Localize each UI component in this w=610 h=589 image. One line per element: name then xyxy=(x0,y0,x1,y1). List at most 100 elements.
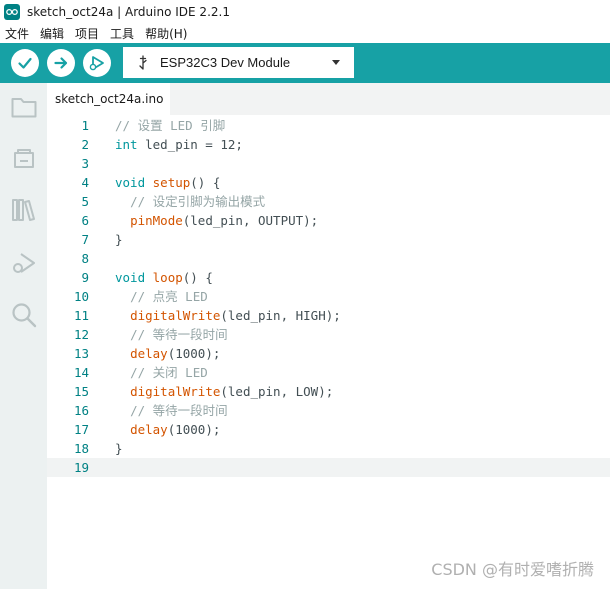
line-number: 13 xyxy=(73,346,89,361)
tab-sketch-file[interactable]: sketch_oct24a.ino xyxy=(47,83,170,115)
search-icon[interactable] xyxy=(10,301,38,329)
line-number: 6 xyxy=(81,213,89,228)
line-number: 3 xyxy=(81,156,89,171)
watermark: CSDN @有时爱嗜折腾 xyxy=(431,560,594,579)
code-line[interactable]: 7} xyxy=(47,230,610,249)
code-token-func: setup xyxy=(152,175,191,190)
code-line[interactable]: 11 digitalWrite(led_pin, HIGH); xyxy=(47,306,610,325)
line-number: 19 xyxy=(73,460,89,475)
code-line[interactable]: 13 delay(1000); xyxy=(47,344,610,363)
upload-button[interactable] xyxy=(47,49,75,77)
code-line[interactable]: 6 pinMode(led_pin, OUTPUT); xyxy=(47,211,610,230)
code-text: } xyxy=(115,230,123,249)
code-text: digitalWrite(led_pin, LOW); xyxy=(115,382,333,401)
chevron-down-icon xyxy=(332,60,340,65)
code-token-plain: } xyxy=(115,441,123,456)
code-text: // 关闭 LED xyxy=(115,363,208,382)
line-number: 16 xyxy=(73,403,89,418)
board-name: ESP32C3 Dev Module xyxy=(160,55,291,70)
line-number: 18 xyxy=(73,441,89,456)
window-title: sketch_oct24a | Arduino IDE 2.2.1 xyxy=(27,4,230,19)
code-text: digitalWrite(led_pin, HIGH); xyxy=(115,306,341,325)
code-text: // 设定引脚为输出模式 xyxy=(115,192,265,211)
arduino-logo-icon xyxy=(4,3,20,20)
board-selector[interactable]: ESP32C3 Dev Module xyxy=(123,47,354,78)
code-token-type: void xyxy=(115,270,146,285)
code-token-func: delay xyxy=(130,422,168,437)
code-line[interactable]: 18} xyxy=(47,439,610,458)
code-line[interactable]: 10 // 点亮 LED xyxy=(47,287,610,306)
arrow-right-icon xyxy=(54,57,68,69)
code-token-plain: } xyxy=(115,232,123,247)
code-token-comment: // 设定引脚为输出模式 xyxy=(130,194,266,209)
line-number: 10 xyxy=(73,289,89,304)
line-number: 15 xyxy=(73,384,89,399)
code-token-func: delay xyxy=(130,346,168,361)
line-number: 9 xyxy=(81,270,89,285)
code-text: delay(1000); xyxy=(115,344,220,363)
code-line[interactable]: 9 void loop() { xyxy=(47,268,610,287)
debug-panel-icon[interactable] xyxy=(10,249,38,277)
menu-file[interactable]: 文件 xyxy=(5,25,29,42)
code-line[interactable]: 4 void setup() { xyxy=(47,173,610,192)
code-line[interactable]: 1 // 设置 LED 引脚 xyxy=(47,116,610,135)
code-line[interactable]: 2 int led_pin = 12; xyxy=(47,135,610,154)
usb-icon xyxy=(136,54,150,71)
code-token-plain: () { xyxy=(190,175,221,190)
code-line[interactable]: 12 // 等待一段时间 xyxy=(47,325,610,344)
sketchbook-folder-icon[interactable] xyxy=(10,93,38,121)
code-token-comment: // 关闭 LED xyxy=(130,365,208,380)
code-line[interactable]: 17 delay(1000); xyxy=(47,420,610,439)
code-text: // 等待一段时间 xyxy=(115,401,228,420)
code-line[interactable]: 19 xyxy=(47,458,610,477)
activity-sidebar xyxy=(0,83,47,589)
menu-help[interactable]: 帮助(H) xyxy=(145,25,187,42)
code-line[interactable]: 5 // 设定引脚为输出模式 xyxy=(47,192,610,211)
code-text: void loop() { xyxy=(115,268,213,287)
menu-tools[interactable]: 工具 xyxy=(110,25,134,42)
code-token-comment: // 点亮 LED xyxy=(130,289,208,304)
code-text: // 点亮 LED xyxy=(115,287,208,306)
menu-sketch[interactable]: 项目 xyxy=(75,25,99,42)
code-line[interactable]: 14 // 关闭 LED xyxy=(47,363,610,382)
code-token-type: void xyxy=(115,175,146,190)
debug-button[interactable] xyxy=(83,49,111,77)
code-line[interactable]: 16 // 等待一段时间 xyxy=(47,401,610,420)
code-line[interactable]: 3 xyxy=(47,154,610,173)
code-token-plain: (1000); xyxy=(167,346,221,361)
board-manager-icon[interactable] xyxy=(10,145,38,173)
library-manager-icon[interactable] xyxy=(10,196,38,224)
code-editor[interactable]: 1 // 设置 LED 引脚 2 int led_pin = 12; 3 4 void se… xyxy=(47,115,610,589)
line-number: 8 xyxy=(81,251,89,266)
line-number: 2 xyxy=(81,137,89,152)
code-token-plain: led_pin = 12; xyxy=(137,137,243,152)
code-token-type: int xyxy=(115,137,138,152)
verify-button[interactable] xyxy=(11,49,39,77)
menu-edit[interactable]: 编辑 xyxy=(40,25,64,42)
line-number: 12 xyxy=(73,327,89,342)
code-token-func: digitalWrite xyxy=(130,384,221,399)
code-line[interactable]: 15 digitalWrite(led_pin, LOW); xyxy=(47,382,610,401)
code-token-func: digitalWrite xyxy=(130,308,221,323)
title-bar: sketch_oct24a | Arduino IDE 2.2.1 xyxy=(0,0,610,23)
line-number: 14 xyxy=(73,365,89,380)
code-text: int led_pin = 12; xyxy=(115,135,243,154)
code-token-func: pinMode xyxy=(130,213,183,228)
code-text: // 设置 LED 引脚 xyxy=(115,116,225,135)
code-text: pinMode(led_pin, OUTPUT); xyxy=(115,211,318,230)
code-text: // 等待一段时间 xyxy=(115,325,228,344)
code-token-comment: // 等待一段时间 xyxy=(130,403,228,418)
code-line[interactable]: 8 xyxy=(47,249,610,268)
code-text: void setup() { xyxy=(115,173,220,192)
debug-play-icon xyxy=(89,56,104,71)
code-token-plain: (led_pin, HIGH); xyxy=(220,308,341,323)
toolbar: ESP32C3 Dev Module xyxy=(0,43,610,83)
